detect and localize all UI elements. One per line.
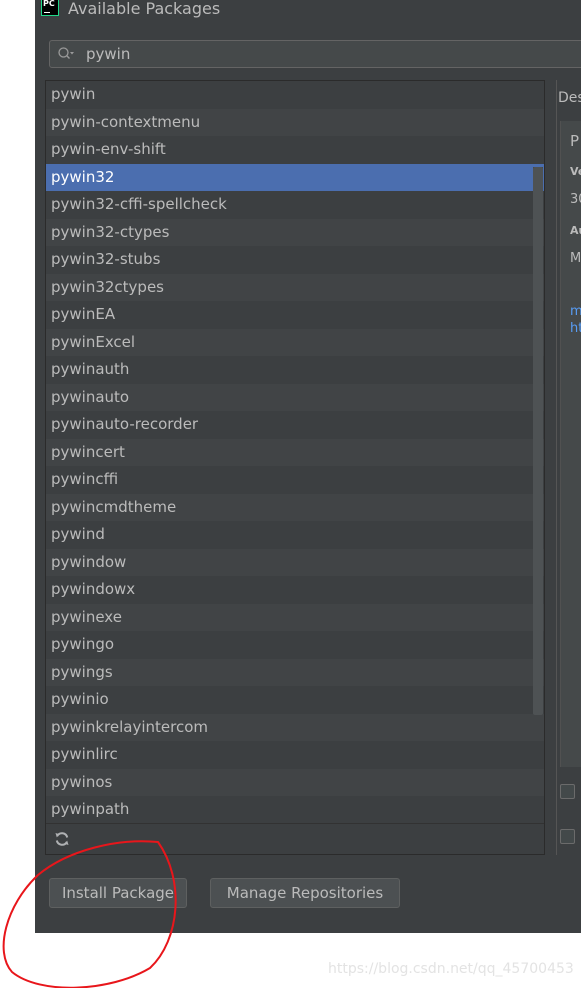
description-pane: P Ve 30 Au M m ht <box>560 121 581 767</box>
package-list-item[interactable]: pywinpath <box>46 796 544 823</box>
package-list[interactable]: pywin pywin-contextmenu pywin-env-shift pyw… <box>46 81 544 823</box>
package-list-item[interactable]: pywincffi <box>46 466 544 494</box>
package-list-item[interactable]: pywingo <box>46 631 544 659</box>
package-list-item[interactable]: pywin-contextmenu <box>46 108 544 136</box>
package-list-item[interactable]: pywin32-cffi-spellcheck <box>46 191 544 219</box>
package-list-item[interactable]: pywin32-stubs <box>46 246 544 274</box>
package-list-item[interactable]: pywinEA <box>46 301 544 329</box>
scrollbar[interactable] <box>533 167 543 715</box>
package-list-item[interactable]: pywinexe <box>46 603 544 631</box>
author-value: M <box>570 251 581 266</box>
install-package-button[interactable]: Install Package <box>49 878 187 908</box>
package-list-item[interactable]: pywinauth <box>46 356 544 384</box>
package-list-item[interactable]: pywinauto-recorder <box>46 411 544 439</box>
package-list-item[interactable]: pywings <box>46 658 544 686</box>
package-list-item[interactable]: pywin <box>46 81 544 109</box>
description-link-2[interactable]: ht <box>570 321 581 336</box>
refresh-icon[interactable] <box>54 831 70 847</box>
package-list-item[interactable]: pywin-env-shift <box>46 136 544 164</box>
package-list-panel: pywin pywin-contextmenu pywin-env-shift pyw… <box>45 80 545 855</box>
version-label: Ve <box>570 165 581 178</box>
pycharm-icon: PC <box>41 0 59 16</box>
package-list-item[interactable]: pywincert <box>46 438 544 466</box>
package-list-item[interactable]: pywinos <box>46 768 544 796</box>
list-toolbar <box>46 823 544 854</box>
package-list-item[interactable]: pywinkrelayintercom <box>46 713 544 741</box>
window-title: Available Packages <box>68 0 221 18</box>
package-list-item[interactable]: pywincmdtheme <box>46 493 544 521</box>
watermark: https://blog.csdn.net/qq_45700453 <box>328 961 574 977</box>
package-list-item[interactable]: pywin32 <box>46 163 544 191</box>
scrollbar-thumb[interactable] <box>533 167 543 715</box>
version-value: 30 <box>570 192 581 207</box>
author-label: Au <box>570 224 581 237</box>
description-tab[interactable]: Des <box>558 90 581 106</box>
package-list-item[interactable]: pywind <box>46 521 544 549</box>
title-bar: PC Available Packages <box>35 0 581 22</box>
search-field[interactable] <box>49 40 581 68</box>
package-list-item[interactable]: pywinio <box>46 686 544 714</box>
package-list-item[interactable]: pywin32-ctypes <box>46 218 544 246</box>
available-packages-window: PC Available Packages pywinpywin-context… <box>35 0 581 933</box>
search-input[interactable] <box>86 44 486 64</box>
split-divider[interactable] <box>556 80 557 855</box>
search-icon[interactable] <box>57 46 75 62</box>
package-list-item[interactable]: pywinauto <box>46 383 544 411</box>
description-name: P <box>570 132 580 150</box>
package-list-item[interactable]: pywinExcel <box>46 328 544 356</box>
package-list-item[interactable]: pywindowx <box>46 576 544 604</box>
specify-version-checkbox[interactable] <box>560 784 575 799</box>
manage-repositories-button[interactable]: Manage Repositories <box>210 878 400 908</box>
package-list-item[interactable]: pywinlirc <box>46 741 544 769</box>
package-list-item[interactable]: pywindow <box>46 548 544 576</box>
options-checkbox[interactable] <box>560 829 575 844</box>
description-link-1[interactable]: m <box>570 304 581 319</box>
package-list-item[interactable]: pywin32ctypes <box>46 273 544 301</box>
